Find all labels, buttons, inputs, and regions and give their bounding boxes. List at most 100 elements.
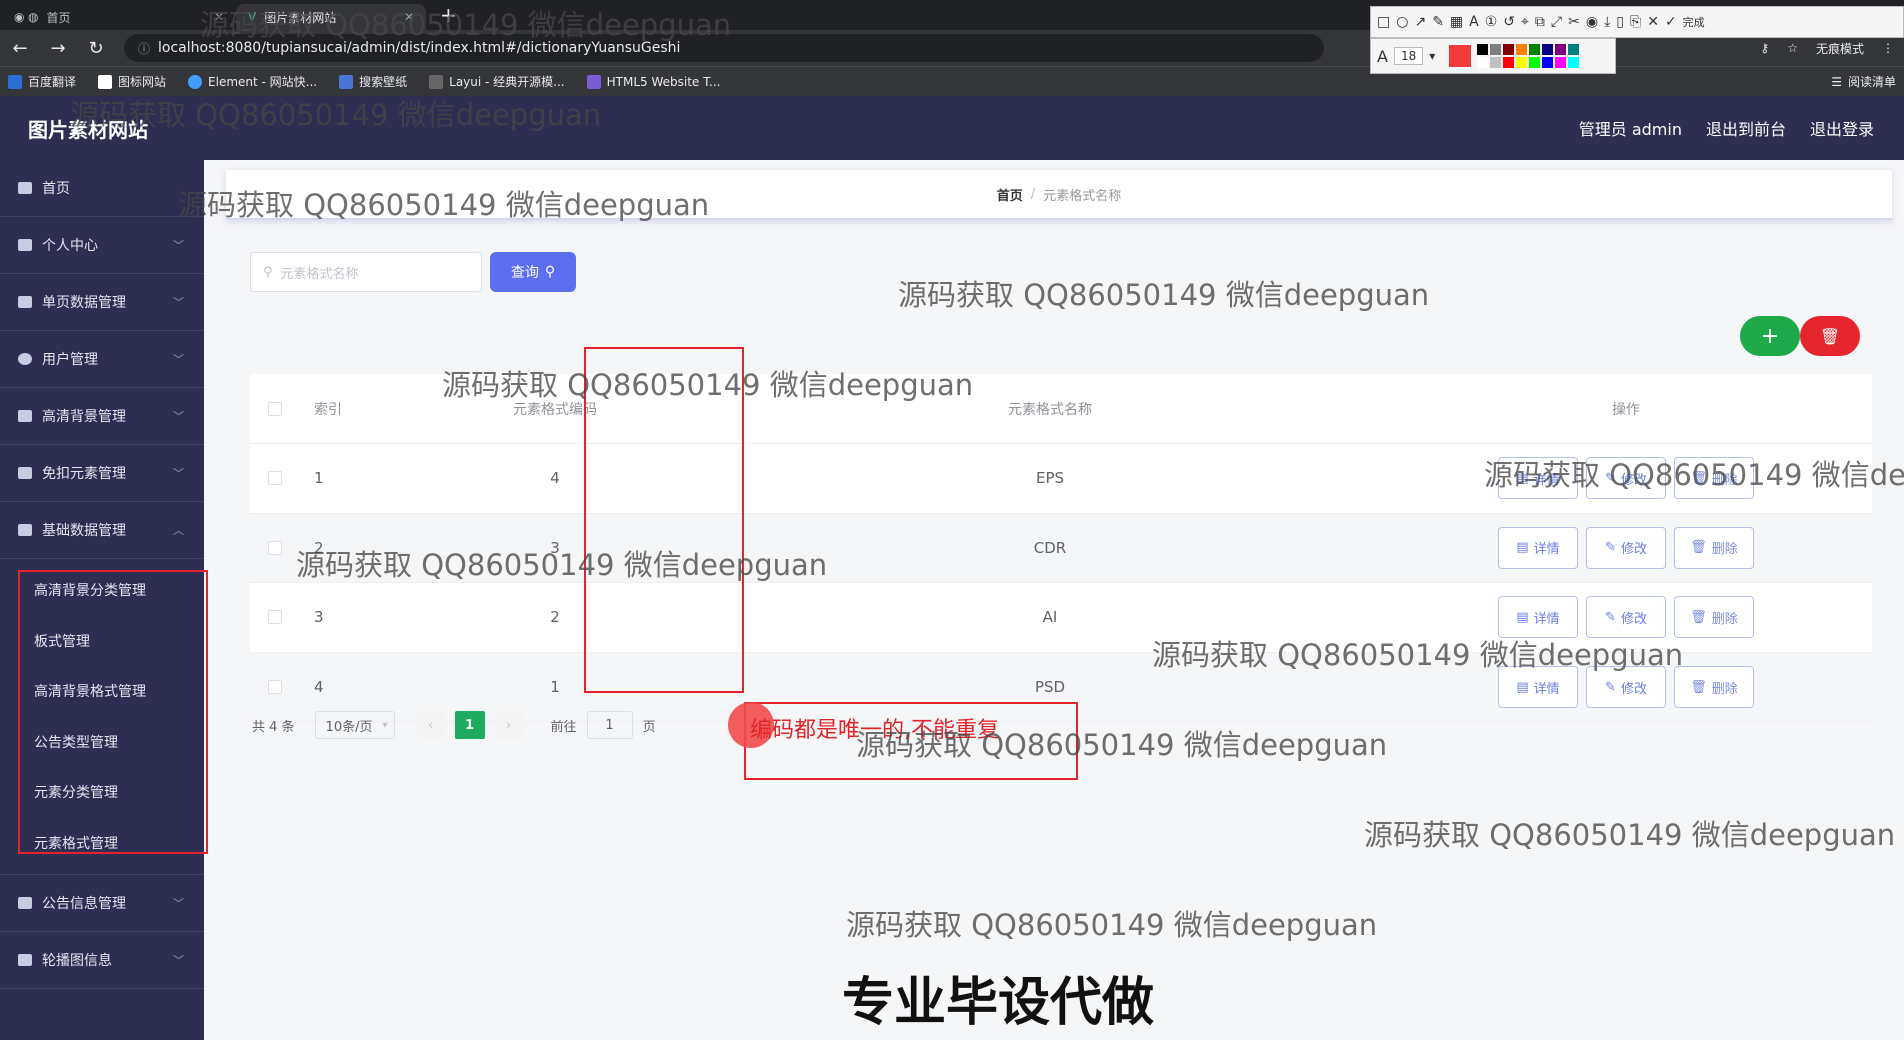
number-icon[interactable]: ① bbox=[1485, 14, 1498, 30]
color-swatch[interactable] bbox=[1490, 44, 1502, 55]
color-swatch[interactable] bbox=[1542, 44, 1554, 55]
select-all-checkbox[interactable] bbox=[250, 401, 300, 416]
text-icon[interactable]: A bbox=[1469, 14, 1479, 30]
checkbox[interactable] bbox=[268, 540, 282, 555]
close-icon[interactable]: ✕ bbox=[1647, 14, 1659, 30]
forward-icon[interactable]: → bbox=[48, 38, 68, 59]
delete-button[interactable]: 🗑 删除 bbox=[1674, 457, 1754, 500]
font-size-select[interactable]: 18 bbox=[1393, 47, 1424, 65]
record-icon[interactable]: ◉ bbox=[1586, 14, 1598, 30]
color-swatch[interactable] bbox=[1490, 57, 1502, 68]
sidebar-item-elements[interactable]: 免扣元素管理 ﹀ bbox=[0, 445, 204, 502]
phone-icon[interactable]: ▯ bbox=[1616, 14, 1624, 30]
done-label[interactable]: 完成 bbox=[1683, 14, 1705, 30]
delete-button[interactable]: 🗑 删除 bbox=[1674, 596, 1754, 639]
expand-icon[interactable]: ⤢ bbox=[1551, 14, 1562, 30]
edit-button[interactable]: ✎ 修改 bbox=[1586, 457, 1666, 500]
checkbox[interactable] bbox=[268, 680, 282, 695]
download-icon[interactable]: ⤓ bbox=[1604, 14, 1610, 30]
sidebar-item-profile[interactable]: 个人中心 ﹀ bbox=[0, 217, 204, 274]
color-swatch[interactable] bbox=[1529, 44, 1541, 55]
back-to-front-link[interactable]: 退出到前台 bbox=[1706, 116, 1786, 140]
browser-tab[interactable]: ◍ 首页 ✕ bbox=[16, 4, 236, 30]
goto-page-input[interactable]: 1 bbox=[586, 711, 633, 739]
sidebar-item-singlepage[interactable]: 单页数据管理 ﹀ bbox=[0, 274, 204, 331]
breadcrumb-home[interactable]: 首页 bbox=[997, 185, 1023, 204]
arrow-icon[interactable]: ↗ bbox=[1414, 14, 1426, 30]
color-swatch[interactable] bbox=[1503, 57, 1515, 68]
sidebar-item-basedata[interactable]: 基础数据管理 ︿ bbox=[0, 502, 204, 559]
incognito-label[interactable]: 无痕模式 bbox=[1816, 40, 1864, 57]
detail-button[interactable]: ▤ 详情 bbox=[1498, 526, 1578, 569]
color-swatch[interactable] bbox=[1568, 57, 1580, 68]
color-swatch[interactable] bbox=[1477, 44, 1489, 55]
edit-button[interactable]: ✎ 修改 bbox=[1586, 596, 1666, 639]
bookmark[interactable]: 百度翻译 bbox=[8, 73, 76, 90]
bookmark[interactable]: Layui - 经典开源模... bbox=[429, 73, 565, 90]
row-checkbox[interactable] bbox=[250, 610, 300, 625]
url-field[interactable]: ⓘ localhost:8080/tupiansucai/admin/dist/… bbox=[124, 34, 1324, 62]
bookmark-icon[interactable]: ⎘ bbox=[1630, 14, 1641, 30]
pin-icon[interactable]: ⌖ bbox=[1521, 14, 1529, 30]
sidebar-item-carousel[interactable]: 轮播图信息 ﹀ bbox=[0, 932, 204, 989]
delete-button[interactable]: 🗑 删除 bbox=[1674, 526, 1754, 569]
menu-icon[interactable]: ⋮ bbox=[1882, 41, 1894, 55]
delete-button[interactable]: 🗑 删除 bbox=[1674, 666, 1754, 709]
color-swatch[interactable] bbox=[1555, 57, 1567, 68]
page-size-select[interactable]: 10条/页 ▾ bbox=[314, 711, 395, 739]
batch-delete-button[interactable]: 🗑 bbox=[1800, 316, 1860, 356]
rectangle-icon[interactable]: □ bbox=[1377, 14, 1390, 30]
color-swatch[interactable] bbox=[1568, 44, 1580, 55]
pen-icon[interactable]: ✎ bbox=[1432, 14, 1444, 30]
new-tab-button[interactable]: + bbox=[440, 3, 457, 27]
page-number[interactable]: 1 bbox=[454, 711, 485, 739]
search-button[interactable]: 查询 ⚲ bbox=[490, 252, 576, 292]
copy-icon[interactable]: ⧉ bbox=[1535, 14, 1545, 30]
check-icon[interactable]: ✓ bbox=[1665, 14, 1677, 30]
sidebar-item-home[interactable]: 首页 bbox=[0, 160, 204, 217]
detail-button[interactable]: ▤ 详情 bbox=[1498, 457, 1578, 500]
row-checkbox[interactable] bbox=[250, 680, 300, 695]
prev-page-button[interactable]: ‹ bbox=[416, 711, 445, 739]
checkbox[interactable] bbox=[268, 610, 282, 625]
color-swatch[interactable] bbox=[1516, 57, 1528, 68]
current-color[interactable] bbox=[1449, 45, 1472, 67]
color-swatch[interactable] bbox=[1529, 57, 1541, 68]
sidebar-item-backgrounds[interactable]: 高清背景管理 ﹀ bbox=[0, 388, 204, 445]
detail-button[interactable]: ▤ 详情 bbox=[1498, 666, 1578, 709]
sidebar-item-notices[interactable]: 公告信息管理 ﹀ bbox=[0, 875, 204, 932]
color-swatch[interactable] bbox=[1542, 57, 1554, 68]
close-icon[interactable]: ✕ bbox=[404, 10, 414, 24]
color-swatch[interactable] bbox=[1516, 44, 1528, 55]
star-icon[interactable]: ☆ bbox=[1787, 41, 1798, 55]
close-icon[interactable]: ✕ bbox=[214, 10, 224, 24]
checkbox[interactable] bbox=[268, 471, 282, 486]
row-checkbox[interactable] bbox=[250, 471, 300, 486]
bookmark[interactable]: HTML5 Website T... bbox=[586, 74, 720, 89]
detail-button[interactable]: ▤ 详情 bbox=[1498, 596, 1578, 639]
color-swatch[interactable] bbox=[1477, 57, 1489, 68]
bookmark[interactable]: Element - 网站快... bbox=[188, 73, 317, 90]
reading-list[interactable]: ☰ 阅读清单 bbox=[1831, 73, 1896, 90]
logout-link[interactable]: 退出登录 bbox=[1810, 116, 1874, 140]
tool-icon[interactable]: ✂ bbox=[1568, 14, 1580, 30]
next-page-button[interactable]: › bbox=[494, 711, 523, 739]
row-checkbox[interactable] bbox=[250, 540, 300, 555]
checkbox[interactable] bbox=[268, 401, 282, 416]
color-swatch[interactable] bbox=[1503, 44, 1515, 55]
circle-icon[interactable]: ○ bbox=[1396, 14, 1408, 30]
back-icon[interactable]: ← bbox=[10, 38, 30, 59]
add-button[interactable]: + bbox=[1740, 316, 1800, 356]
reload-icon[interactable]: ↻ bbox=[86, 38, 106, 59]
mosaic-icon[interactable]: ▦ bbox=[1450, 14, 1463, 30]
bookmark[interactable]: 搜索壁纸 bbox=[339, 73, 407, 90]
undo-icon[interactable]: ↺ bbox=[1503, 14, 1515, 30]
browser-tab-active[interactable]: V 图片素材网站 ✕ bbox=[236, 4, 426, 30]
sidebar-item-users[interactable]: 用户管理 ﹀ bbox=[0, 331, 204, 388]
search-input[interactable]: ⚲ 元素格式名称 bbox=[250, 252, 482, 292]
bookmark[interactable]: 图标网站 bbox=[98, 73, 166, 90]
color-swatch[interactable] bbox=[1555, 44, 1567, 55]
edit-button[interactable]: ✎ 修改 bbox=[1586, 666, 1666, 709]
edit-button[interactable]: ✎ 修改 bbox=[1586, 526, 1666, 569]
key-icon[interactable]: ⚷ bbox=[1760, 41, 1769, 55]
